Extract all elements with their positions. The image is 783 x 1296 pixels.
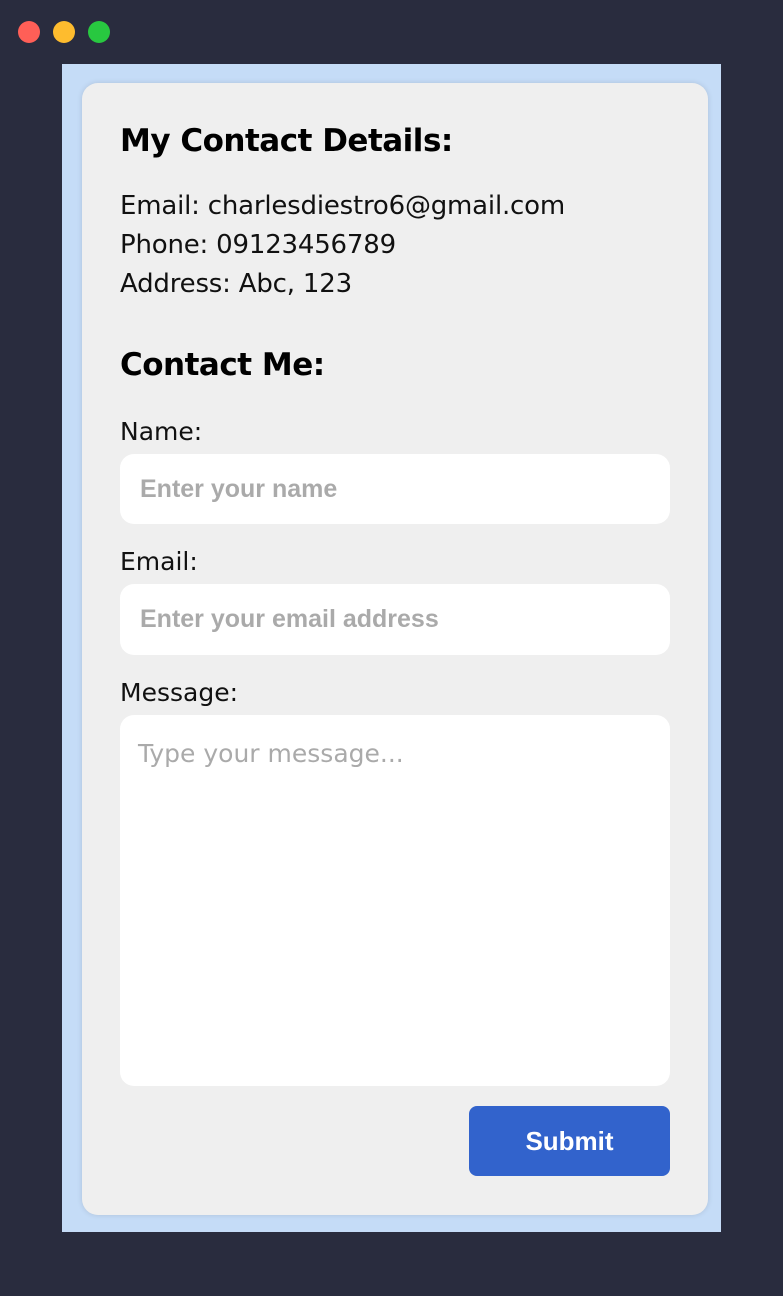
name-label: Name: [120, 417, 203, 446]
email-label: Email: [120, 547, 198, 576]
contact-email-text: Email: charlesdiestro6@gmail.com [120, 191, 565, 221]
contact-details-heading: My Contact Details: [120, 123, 453, 159]
maximize-window-dot[interactable] [88, 21, 110, 43]
minimize-window-dot[interactable] [53, 21, 75, 43]
submit-button[interactable]: Submit [469, 1106, 670, 1176]
email-input[interactable] [120, 584, 670, 655]
contact-address-text: Address: Abc, 123 [120, 269, 352, 299]
contact-card: My Contact Details: Email: charlesdiestr… [82, 83, 708, 1215]
contact-form-heading: Contact Me: [120, 347, 325, 383]
content-frame: My Contact Details: Email: charlesdiestr… [62, 64, 721, 1232]
message-label: Message: [120, 678, 238, 707]
close-window-dot[interactable] [18, 21, 40, 43]
name-input[interactable] [120, 454, 670, 524]
message-textarea[interactable] [120, 715, 670, 1086]
contact-phone-text: Phone: 09123456789 [120, 230, 396, 260]
